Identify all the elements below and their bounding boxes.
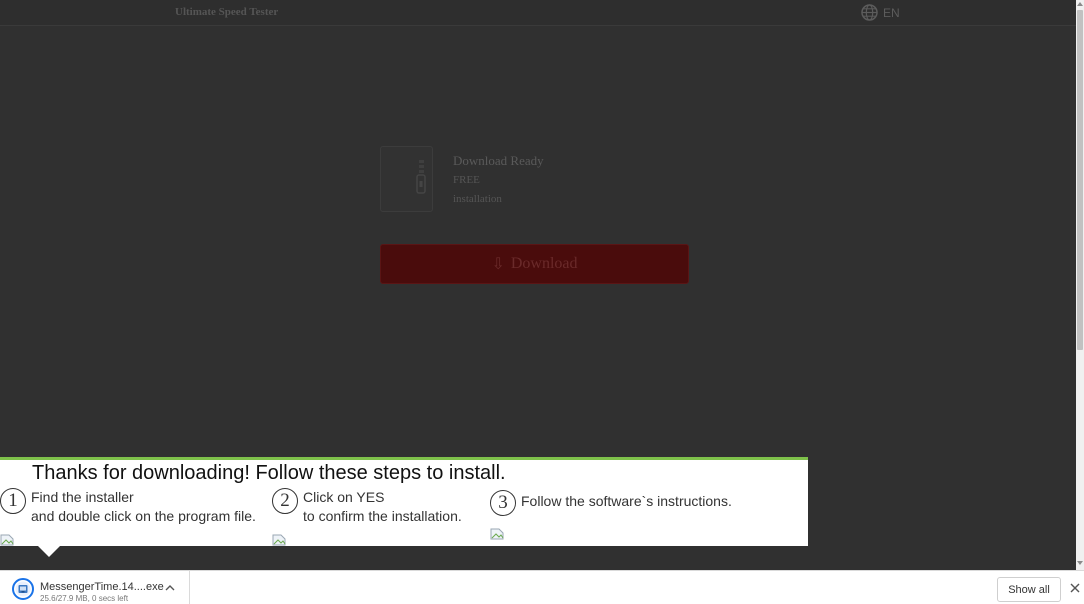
step-line: and double click on the program file. — [31, 508, 256, 524]
overlay-pointer-arrow — [38, 546, 60, 557]
step-text: Click on YES to confirm the installation… — [303, 488, 462, 526]
globe-icon — [861, 4, 878, 21]
download-title: Download Ready — [453, 153, 544, 168]
download-button[interactable]: ⇩ Download — [380, 244, 689, 284]
step-number: 1 — [0, 488, 26, 514]
step-number: 2 — [272, 488, 298, 514]
vertical-scrollbar[interactable] — [1076, 0, 1084, 570]
broken-image-icon — [490, 528, 504, 540]
download-shelf: MessengerTime.14....exe 25.6/27.9 MB, 0 … — [0, 570, 1084, 604]
chevron-up-icon[interactable] — [165, 584, 175, 591]
download-arrow-icon: ⇩ — [491, 256, 505, 273]
download-item[interactable]: MessengerTime.14....exe 25.6/27.9 MB, 0 … — [0, 571, 190, 604]
step-number: 3 — [490, 490, 516, 516]
download-file-name: MessengerTime.14....exe — [40, 581, 164, 593]
download-type: installation — [453, 193, 502, 205]
step-text: Follow the software`s instructions. — [521, 492, 732, 511]
step-line: Click on YES — [303, 489, 385, 505]
install-instructions-overlay: Thanks for downloading! Follow these ste… — [0, 457, 808, 546]
step-text: Find the installer and double click on t… — [31, 488, 256, 526]
install-step-1: 1 Find the installer and double click on… — [0, 488, 256, 526]
language-selector[interactable]: EN — [861, 4, 900, 21]
scroll-up-arrow-icon[interactable] — [1077, 2, 1083, 6]
file-card — [380, 146, 433, 212]
install-step-3: 3 Follow the software`s instructions. — [490, 490, 732, 516]
broken-image-icon — [272, 534, 286, 546]
scroll-down-arrow-icon[interactable] — [1077, 561, 1083, 565]
step-line: Follow the software`s instructions. — [521, 493, 732, 509]
zip-file-icon — [416, 160, 426, 194]
download-price: FREE — [453, 174, 480, 186]
language-label: EN — [883, 5, 900, 20]
download-button-label: Download — [510, 255, 578, 272]
download-progress-text: 25.6/27.9 MB, 0 secs left — [40, 594, 129, 603]
site-brand[interactable]: Ultimate Speed Tester — [175, 6, 278, 18]
broken-image-icon — [0, 534, 14, 546]
overlay-title: Thanks for downloading! Follow these ste… — [32, 462, 506, 484]
scroll-thumb[interactable] — [1077, 10, 1083, 350]
close-icon[interactable] — [1069, 582, 1081, 594]
step-line: Find the installer — [31, 489, 134, 505]
step-line: to confirm the installation. — [303, 508, 462, 524]
site-header: Ultimate Speed Tester EN — [0, 0, 1076, 26]
show-all-button[interactable]: Show all — [997, 577, 1061, 602]
installer-file-icon — [12, 578, 34, 600]
install-step-2: 2 Click on YES to confirm the installati… — [272, 488, 462, 526]
